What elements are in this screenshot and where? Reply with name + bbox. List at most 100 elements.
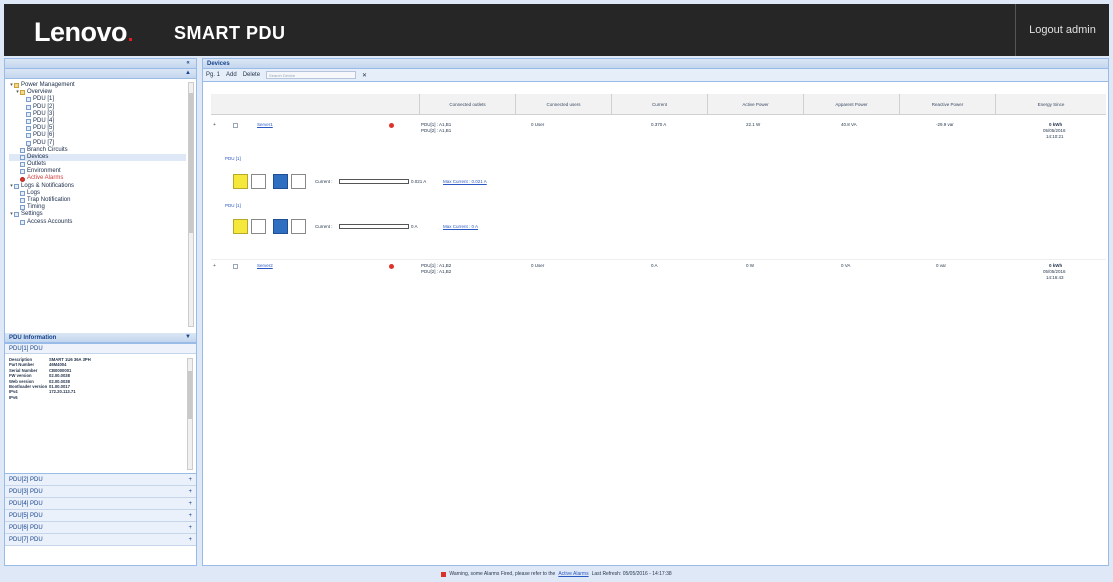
device-name-link[interactable]: Server2	[257, 263, 273, 269]
tree-item-logs[interactable]: Logs	[9, 190, 186, 197]
outlet-lock-icon[interactable]	[251, 174, 266, 189]
outlet-b-button[interactable]	[273, 219, 288, 234]
outlet-lock-icon[interactable]	[251, 219, 266, 234]
current-reading: 0.021 A	[411, 179, 427, 184]
tree-item-trap-notification[interactable]: Trap Notification	[9, 197, 186, 204]
expand-row-icon[interactable]: +	[213, 263, 216, 269]
pdu-info-header: PDU Information ▼	[5, 333, 196, 343]
expand-icon[interactable]: +	[188, 537, 192, 543]
col-connected-users[interactable]: Connected users	[515, 94, 611, 115]
status-text: Warning, some Alarms Fired, please refer…	[449, 571, 556, 577]
pdu-list-item-6[interactable]: PDU[6] PDU +	[5, 522, 196, 534]
row-checkbox[interactable]	[233, 264, 238, 269]
tree-item-settings[interactable]: ▾ Settings	[9, 211, 186, 218]
connected-outlets-2: PDU[2] : A1,B2	[421, 269, 452, 274]
tree-item-active-alarms[interactable]: Active Alarms	[9, 175, 186, 182]
outlet-a-button[interactable]	[233, 219, 248, 234]
tree-item-pdu-5[interactable]: PDU [5]	[9, 125, 186, 132]
col-apparent-power[interactable]: Apparent Power	[803, 94, 899, 115]
col-reactive-power[interactable]: Reactive Power	[899, 94, 995, 115]
tree-item-environment[interactable]: Environment	[9, 168, 186, 175]
logo-dot-icon	[129, 38, 133, 41]
navigation-tree: ▾ Power Management ▾ Overview PDU [1] PDU …	[5, 79, 196, 333]
outlet-plug-icon[interactable]	[291, 174, 306, 189]
pdu-icon	[26, 97, 31, 103]
account-icon	[20, 219, 25, 225]
trap-icon	[20, 198, 25, 204]
tree-item-pdu-3[interactable]: PDU [3]	[9, 111, 186, 118]
tree-item-devices[interactable]: Devices	[9, 153, 186, 162]
col-current[interactable]: Current	[611, 94, 707, 115]
current-reading: 0 A	[411, 224, 418, 229]
tree-item-logs-notifications[interactable]: ▾ Logs & Notifications	[9, 183, 186, 190]
phase-label[interactable]: PDU [1]	[225, 203, 241, 208]
tree-item-pdu-2[interactable]: PDU [2]	[9, 104, 186, 111]
expand-icon[interactable]: +	[188, 477, 192, 483]
tree-item-branch-circuits[interactable]: Branch Circuits	[9, 147, 186, 154]
device-icon	[20, 154, 25, 160]
outlet-icon	[20, 162, 25, 168]
outlet-plug-icon[interactable]	[291, 219, 306, 234]
tree-item-pdu-6[interactable]: PDU [6]	[9, 132, 186, 139]
error-icon	[389, 123, 394, 128]
page-indicator[interactable]: Pg. 1	[206, 72, 220, 78]
expand-row-icon[interactable]: +	[213, 122, 216, 128]
expand-icon[interactable]: +	[188, 513, 192, 519]
pdu-info-panel: PDU[1] PDU Description SMART 1U6 36A 3PH …	[5, 343, 196, 473]
col-energy-since[interactable]: Energy Since	[995, 94, 1106, 115]
outlet-a-button[interactable]	[233, 174, 248, 189]
connected-users: 0 User	[531, 263, 545, 268]
tree-item-power-management[interactable]: ▾ Power Management	[9, 82, 186, 89]
phase-label[interactable]: PDU [1]	[225, 156, 241, 161]
error-icon	[389, 264, 394, 269]
delete-button[interactable]: Delete	[243, 72, 260, 78]
folder-icon	[14, 183, 19, 189]
gear-icon	[14, 212, 19, 218]
tree-scrollbar[interactable]	[188, 82, 194, 327]
info-scrollbar[interactable]	[187, 358, 193, 470]
col-connected-outlets[interactable]: Connected outlets	[419, 94, 515, 115]
tree-item-timing[interactable]: Timing	[9, 204, 186, 211]
tree-item-outlets[interactable]: Outlets	[9, 161, 186, 168]
outlet-b-button[interactable]	[273, 174, 288, 189]
pdu-list-item-2[interactable]: PDU[2] PDU +	[5, 474, 196, 486]
app-header: Lenovo SMART PDU Logout admin	[4, 4, 1109, 56]
row-checkbox[interactable]	[233, 123, 238, 128]
expand-icon[interactable]: +	[188, 525, 192, 531]
info-scroll-thumb[interactable]	[188, 371, 192, 419]
tree-item-pdu-1[interactable]: PDU [1]	[9, 96, 186, 103]
collapse-info-icon[interactable]: ▼	[184, 334, 192, 341]
pdu-info-tab[interactable]: PDU[1] PDU	[5, 344, 196, 354]
apparent-power-value: 40.8 VA	[841, 122, 857, 127]
current-bar	[339, 224, 409, 229]
tree-item-pdu-7[interactable]: PDU [7]	[9, 140, 186, 147]
tree-scroll-thumb[interactable]	[189, 93, 193, 233]
collapse-tree-icon[interactable]: ▲	[184, 70, 192, 77]
max-current: Max Current : 0.021 A	[443, 179, 487, 184]
add-button[interactable]: Add	[226, 72, 237, 78]
tree-item-access-accounts[interactable]: Access Accounts	[9, 219, 186, 226]
folder-icon	[20, 90, 25, 96]
pdu-list-item-4[interactable]: PDU[4] PDU +	[5, 498, 196, 510]
product-title: SMART PDU	[174, 23, 286, 43]
device-name-link[interactable]: Server1	[257, 122, 273, 128]
pdu-icon	[26, 104, 31, 110]
logout-button[interactable]: Logout admin	[1015, 4, 1109, 56]
pdu-list-item-7[interactable]: PDU[7] PDU +	[5, 534, 196, 546]
info-row-ipv6: IPv6	[9, 394, 18, 400]
tree-item-overview[interactable]: ▾ Overview	[9, 89, 186, 96]
collapse-left-icon[interactable]: «	[184, 60, 192, 67]
circuit-icon	[20, 147, 25, 153]
pdu-list-item-5[interactable]: PDU[5] PDU +	[5, 510, 196, 522]
log-icon	[20, 190, 25, 196]
active-alarms-link[interactable]: Active Alarms	[558, 571, 588, 577]
expand-icon[interactable]: +	[188, 501, 192, 507]
tree-item-pdu-4[interactable]: PDU [4]	[9, 118, 186, 125]
expand-icon[interactable]: +	[188, 489, 192, 495]
search-input[interactable]: Search Device	[266, 71, 357, 79]
col-active-power[interactable]: Active Power	[707, 94, 803, 115]
pdu-list-item-3[interactable]: PDU[3] PDU +	[5, 486, 196, 498]
current-value: 0.370 A	[651, 122, 667, 127]
clear-search-icon[interactable]: ✕	[362, 72, 367, 79]
energy-time: 14:10:21	[1046, 134, 1064, 139]
